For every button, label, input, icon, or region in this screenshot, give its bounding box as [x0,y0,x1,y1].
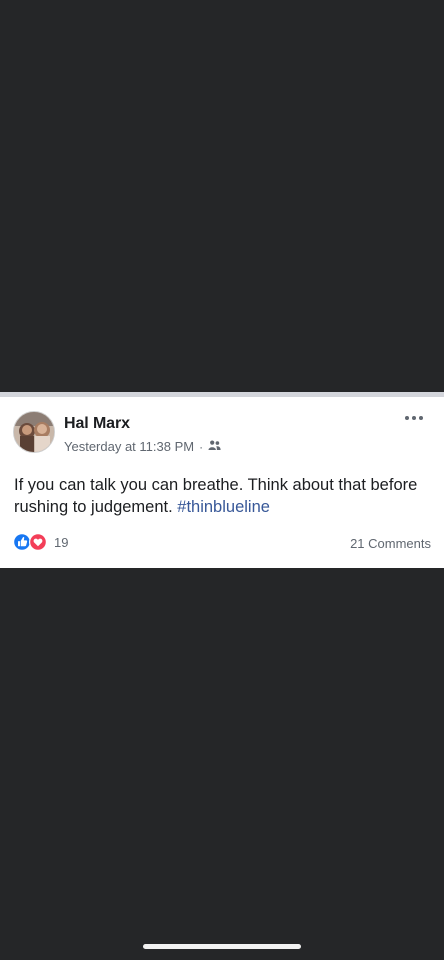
like-reaction-icon [13,533,31,551]
post-card: Hal Marx Yesterday at 11:38 PM · If you … [0,392,444,568]
reaction-icons [13,533,47,551]
more-options-icon[interactable] [402,411,426,425]
hashtag-link[interactable]: #thinblueline [177,498,270,516]
post-meta: Yesterday at 11:38 PM · [64,439,221,454]
post-timestamp[interactable]: Yesterday at 11:38 PM [64,439,194,454]
author-avatar[interactable] [13,411,55,453]
friends-icon [208,439,221,454]
love-reaction-icon [29,533,47,551]
reactions-summary[interactable]: 19 [13,533,68,551]
home-indicator[interactable] [143,944,301,949]
post-body: If you can talk you can breathe. Think a… [14,474,424,518]
author-name[interactable]: Hal Marx [64,415,130,433]
avatar-photo [14,412,54,452]
reaction-count: 19 [54,534,69,550]
screen: Hal Marx Yesterday at 11:38 PM · If you … [0,0,444,960]
comments-count-link[interactable]: 21 Comments [350,536,431,551]
meta-separator: · [199,439,204,454]
